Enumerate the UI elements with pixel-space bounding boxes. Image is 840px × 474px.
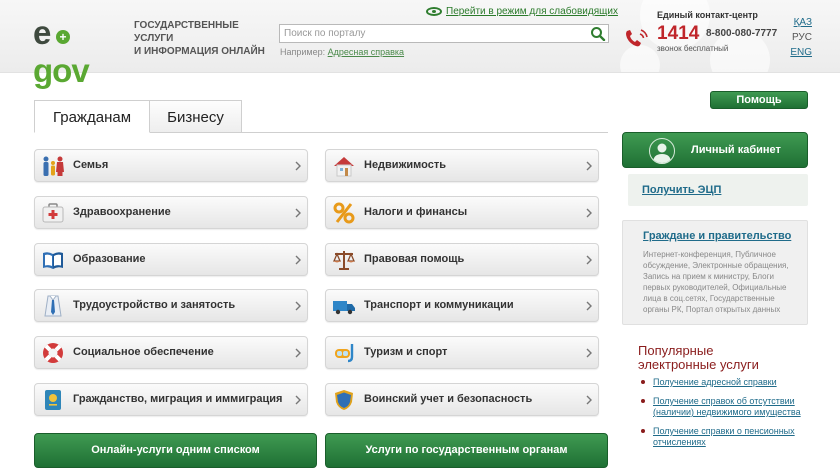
logo-plus-icon: + [56, 30, 70, 44]
chevron-right-icon [295, 161, 301, 171]
accessibility-mode-link[interactable]: Перейти в режим для слабовидящих [426, 6, 618, 20]
chevron-right-icon [586, 301, 592, 311]
citizens-government-link[interactable]: Граждане и правительство [643, 230, 791, 242]
category-label: Правовая помощь [364, 253, 465, 265]
category-social-security[interactable]: Социальное обеспечение [34, 336, 308, 369]
shirt-tie-icon [44, 295, 62, 317]
chevron-right-icon [295, 395, 301, 405]
logo-word: gov [33, 52, 90, 89]
chevron-right-icon [586, 348, 592, 358]
phone-icon [626, 29, 648, 47]
chevron-right-icon [295, 301, 301, 311]
tab-citizens[interactable]: Гражданам [34, 100, 150, 133]
category-real-estate[interactable]: Недвижимость [325, 149, 599, 182]
search-hint-link[interactable]: Адресная справка [328, 47, 404, 57]
category-education[interactable]: Образование [34, 243, 308, 276]
search-input[interactable] [280, 25, 580, 42]
personal-cabinet-button[interactable]: Личный кабинет [622, 132, 808, 168]
chevron-right-icon [295, 348, 301, 358]
list-item[interactable]: Получение адресной справки [640, 377, 808, 388]
chevron-right-icon [586, 161, 592, 171]
scales-icon [333, 251, 355, 270]
bullet-icon [641, 399, 645, 403]
list-item[interactable]: Получение справки о пенсионных отчислени… [640, 426, 808, 448]
passport-icon [45, 390, 61, 410]
category-label: Недвижимость [364, 159, 446, 171]
popular-services-list: Получение адресной справки Получение спр… [640, 377, 808, 456]
lang-eng[interactable]: ENG [788, 45, 812, 60]
lifebuoy-icon [43, 343, 63, 363]
category-label: Семья [73, 159, 109, 171]
contact-alt-number: 8-800-080-7777 [706, 28, 778, 39]
popular-services-title: Популярные электронные услуги [638, 343, 759, 372]
services-by-agency-button[interactable]: Услуги по государственным органам [325, 433, 608, 468]
language-switcher: ҚАЗ РУС ENG [788, 15, 812, 60]
logo-caption: ГОСУДАРСТВЕННЫЕ УСЛУГИ И ИНФОРМАЦИЯ ОНЛА… [134, 20, 265, 57]
category-label: Социальное обеспечение [73, 346, 214, 358]
citizens-government-description: Интернет-конференция, Публичное обсужден… [643, 250, 789, 314]
online-services-list-button[interactable]: Онлайн-услуги одним списком [34, 433, 317, 468]
shield-icon [335, 390, 353, 410]
category-citizenship[interactable]: Гражданство, миграция и иммиграция [34, 383, 308, 416]
chevron-right-icon [586, 255, 592, 265]
bullet-icon [641, 429, 645, 433]
list-item[interactable]: Получение справок об отсутствии (наличии… [640, 396, 808, 418]
eds-box: Получить ЭЦП [628, 174, 808, 206]
category-employment[interactable]: Трудоустройство и занятость [34, 289, 308, 322]
percent-icon [333, 202, 355, 224]
user-avatar-icon [649, 138, 675, 164]
category-label: Транспорт и коммуникации [364, 299, 514, 311]
category-label: Образование [73, 253, 146, 265]
diving-mask-icon [335, 344, 354, 363]
category-label: Здравоохранение [73, 206, 171, 218]
truck-icon [333, 301, 355, 315]
category-tourism-sport[interactable]: Туризм и спорт [325, 336, 599, 369]
chevron-right-icon [295, 255, 301, 265]
category-label: Гражданство, миграция и иммиграция [73, 393, 283, 405]
category-taxes-finance[interactable]: Налоги и финансы [325, 196, 599, 229]
contact-number: 1414 [657, 23, 700, 44]
category-legal-aid[interactable]: Правовая помощь [325, 243, 599, 276]
chevron-right-icon [586, 208, 592, 218]
family-icon [43, 156, 64, 176]
category-label: Туризм и спорт [364, 346, 448, 358]
category-label: Трудоустройство и занятость [73, 299, 236, 311]
lang-kaz[interactable]: ҚАЗ [788, 15, 812, 30]
search-box [279, 24, 609, 43]
search-hint: Например: Адресная справка [280, 47, 405, 57]
house-icon [334, 157, 354, 177]
category-label: Налоги и финансы [364, 206, 468, 218]
citizens-government-box: Граждане и правительство Интернет-конфер… [622, 220, 808, 325]
book-icon [43, 252, 63, 269]
bullet-icon [641, 380, 645, 384]
category-healthcare[interactable]: Здравоохранение [34, 196, 308, 229]
help-button[interactable]: Помощь [710, 91, 808, 109]
lang-rus[interactable]: РУС [788, 30, 812, 45]
first-aid-icon [42, 203, 64, 223]
contact-free-note: звонок бесплатный [657, 44, 729, 53]
category-label: Воинский учет и безопасность [364, 393, 533, 405]
chevron-right-icon [295, 208, 301, 218]
contact-center-title: Единый контакт-центр [657, 10, 758, 20]
category-transport[interactable]: Транспорт и коммуникации [325, 289, 599, 322]
category-family[interactable]: Семья [34, 149, 308, 182]
category-military-security[interactable]: Воинский учет и безопасность [325, 383, 599, 416]
get-eds-link[interactable]: Получить ЭЦП [642, 184, 721, 196]
eye-icon [426, 7, 442, 16]
accessibility-link-text: Перейти в режим для слабовидящих [446, 6, 618, 17]
chevron-right-icon [586, 395, 592, 405]
tab-business[interactable]: Бизнесу [150, 100, 242, 133]
logo-letter: e [33, 14, 51, 51]
personal-cabinet-label: Личный кабинет [691, 144, 781, 156]
search-icon[interactable] [590, 26, 606, 41]
